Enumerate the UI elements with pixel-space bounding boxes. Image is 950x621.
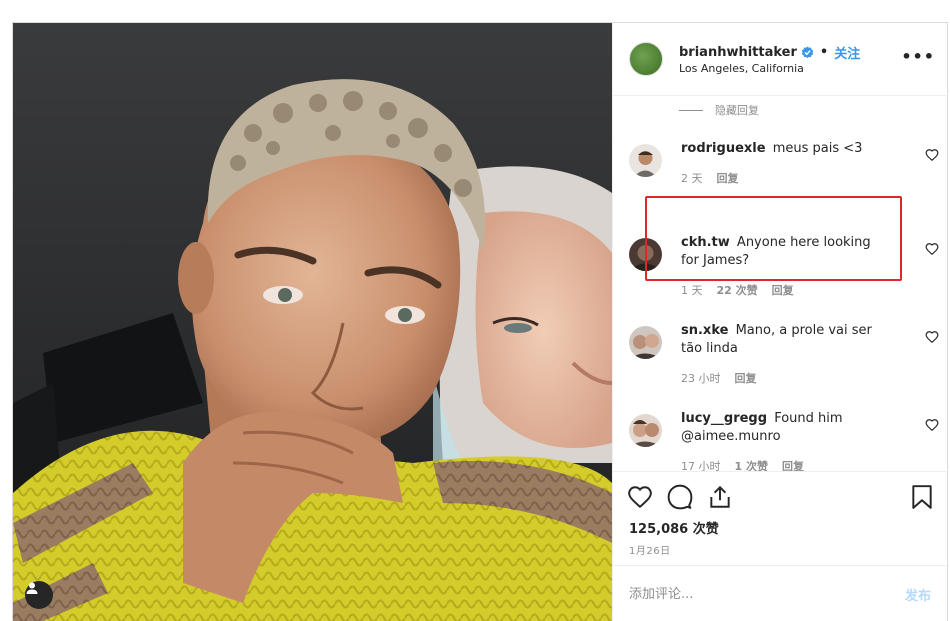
comment-username[interactable]: sn.xke: [681, 323, 728, 338]
commenter-avatar[interactable]: [629, 326, 662, 359]
author-username[interactable]: brianhwhittaker: [679, 45, 797, 60]
comment-meta: 23 小时 回复: [681, 370, 757, 386]
comment-item: sn.xke Mano, a prole vai ser tão linda 2…: [629, 322, 939, 392]
post-photo[interactable]: [13, 23, 612, 621]
photo-illustration: [13, 23, 612, 621]
like-heart-icon[interactable]: [627, 484, 653, 510]
separator-dot: •: [819, 45, 829, 60]
comment-meta: 17 小时 1 次赞 回复: [681, 458, 804, 471]
like-comment-heart-icon[interactable]: [925, 330, 939, 344]
comments-list: 隐藏回复 rodriguexle meus pais <3 2 天 回复 ckh…: [613, 96, 949, 471]
commenter-avatar[interactable]: [629, 144, 662, 177]
comment-bubble-icon[interactable]: [667, 484, 693, 510]
post-dialog: brianhwhittaker • 关注 Los Angeles, Califo…: [12, 22, 949, 621]
comment-time[interactable]: 23 小时: [681, 370, 721, 386]
hide-replies-button[interactable]: 隐藏回复: [679, 102, 759, 118]
comment-text-block: lucy__gregg Found him @aimee.munro: [681, 410, 891, 446]
reply-button[interactable]: 回复: [735, 370, 757, 386]
add-comment-input[interactable]: [629, 580, 879, 608]
like-comment-heart-icon[interactable]: [925, 148, 939, 162]
comment-text-block: sn.xke Mano, a prole vai ser tão linda: [681, 322, 891, 358]
post-comment-button[interactable]: 发布: [905, 585, 931, 604]
comment-likes[interactable]: 1 次赞: [735, 458, 768, 471]
comment-text: meus pais <3: [772, 141, 863, 156]
comment-text-block: rodriguexle meus pais <3: [681, 140, 891, 158]
more-options-icon[interactable]: •••: [901, 47, 935, 66]
post-header: brianhwhittaker • 关注 Los Angeles, Califo…: [613, 23, 949, 96]
comment-likes[interactable]: 22 次赞: [717, 282, 758, 298]
post-date[interactable]: 1月26日: [629, 542, 671, 557]
commenter-avatar[interactable]: [629, 414, 662, 447]
comment-composer: 发布: [613, 565, 949, 621]
reply-button[interactable]: 回复: [717, 170, 739, 186]
post-actions: 125,086 次赞 1月26日: [613, 471, 949, 565]
comment-username[interactable]: rodriguexle: [681, 141, 766, 156]
verified-badge-icon: [801, 46, 814, 59]
comment-item: rodriguexle meus pais <3 2 天 回复: [629, 140, 939, 200]
comment-meta: 2 天 回复: [681, 170, 739, 186]
comment-meta: 1 天 22 次赞 回复: [681, 282, 794, 298]
reply-button[interactable]: 回复: [772, 282, 794, 298]
like-comment-heart-icon[interactable]: [925, 418, 939, 432]
hide-replies-line: [679, 109, 703, 111]
comment-highlight-box: [645, 196, 902, 281]
comment-username[interactable]: lucy__gregg: [681, 411, 767, 426]
comment-time[interactable]: 17 小时: [681, 458, 721, 471]
reply-button[interactable]: 回复: [782, 458, 804, 471]
follow-button[interactable]: 关注: [834, 43, 860, 62]
author-line: brianhwhittaker • 关注: [679, 43, 860, 62]
post-sidebar: brianhwhittaker • 关注 Los Angeles, Califo…: [612, 23, 949, 621]
comment-item: lucy__gregg Found him @aimee.munro 17 小时…: [629, 410, 939, 471]
comment-time[interactable]: 2 天: [681, 170, 703, 186]
likes-count[interactable]: 125,086 次赞: [629, 518, 719, 537]
share-icon[interactable]: [707, 484, 733, 510]
comment-time[interactable]: 1 天: [681, 282, 703, 298]
like-comment-heart-icon[interactable]: [925, 242, 939, 256]
author-avatar[interactable]: [629, 42, 663, 76]
post-location[interactable]: Los Angeles, California: [679, 62, 804, 75]
hide-replies-label: 隐藏回复: [715, 104, 759, 117]
user-tag-icon[interactable]: [25, 581, 53, 609]
bookmark-icon[interactable]: [909, 484, 935, 510]
